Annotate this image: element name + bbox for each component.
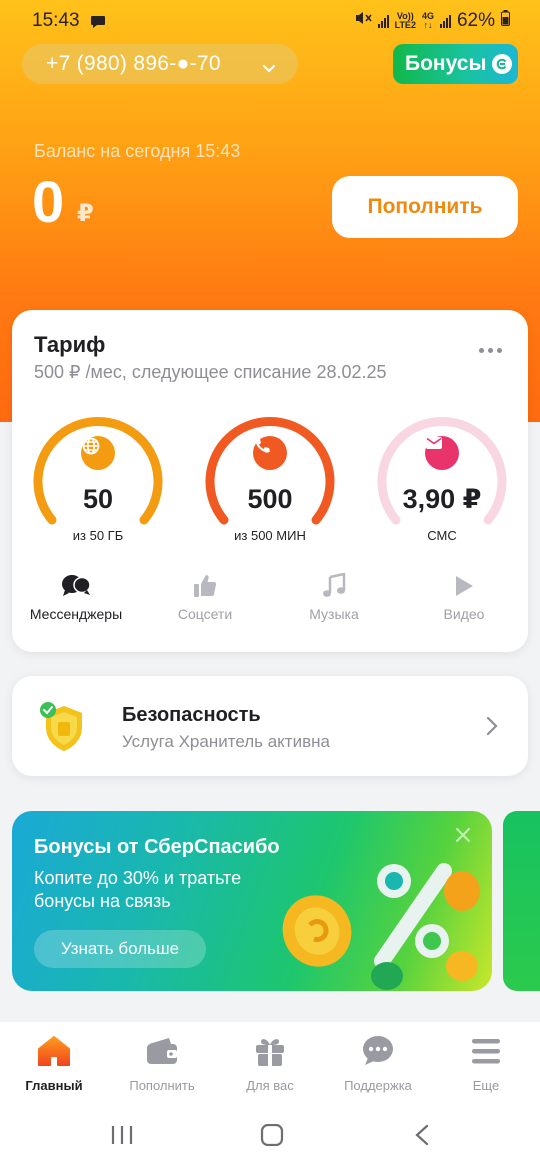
system-nav-bar <box>0 1102 540 1170</box>
phone-number: +7 (980) 896-●-70 <box>46 52 221 75</box>
category-social[interactable]: Соцсети <box>145 572 265 622</box>
minutes-value: 500 <box>247 484 293 514</box>
tariff-card[interactable]: Тариф 500 ₽ /мес, следующее списание 28.… <box>12 310 528 652</box>
balance-label: Баланс на сегодня 15:43 <box>34 141 241 161</box>
home-nav-icon[interactable] <box>260 1123 284 1151</box>
balance-amount: 0 <box>32 170 65 235</box>
balance-currency: ₽ <box>77 200 94 227</box>
battery-percent: 62% <box>456 10 495 31</box>
shield-check-icon <box>36 700 92 761</box>
bonuses-label: Бонусы <box>405 52 487 75</box>
mute-icon <box>354 10 372 32</box>
minutes-gauge[interactable]: 500 из 500 МИН <box>202 410 338 550</box>
close-icon[interactable] <box>455 827 471 848</box>
status-right: Vo)) LTE2 4G ↑↓ 62% <box>354 10 510 32</box>
tab-label: Главный <box>25 1078 83 1093</box>
internet-label: из 50 ГБ <box>72 528 124 543</box>
category-label: Видео <box>443 606 485 622</box>
more-options-icon[interactable] <box>479 348 502 353</box>
wallet-icon <box>108 1034 216 1068</box>
minutes-label: из 500 МИН <box>234 528 306 543</box>
tab-label: Поддержка <box>344 1078 412 1093</box>
topup-button[interactable]: Пополнить <box>332 176 518 238</box>
thumbs-up-icon <box>145 572 265 600</box>
battery-icon <box>501 10 510 32</box>
sms-value: 3,90 ₽ <box>402 484 482 514</box>
category-label: Музыка <box>309 606 359 622</box>
signal-2-icon <box>439 14 451 28</box>
internet-gauge[interactable]: 50 из 50 ГБ <box>30 410 166 550</box>
security-title: Безопасность <box>122 704 261 726</box>
security-subtitle: Услуга Хранитель активна <box>122 732 330 751</box>
message-notification-icon <box>90 13 106 35</box>
back-icon[interactable] <box>414 1124 430 1151</box>
next-promo-banner[interactable] <box>503 811 540 991</box>
category-video[interactable]: Видео <box>404 572 524 622</box>
sms-gauge[interactable]: 3,90 ₽ СМС <box>374 410 510 550</box>
chat-bubbles-icon <box>16 572 136 600</box>
chevron-down-icon <box>262 56 276 80</box>
promo-text: Копите до 30% и тратьте бонусы на связь <box>34 868 242 911</box>
signal-1-icon <box>377 14 389 28</box>
learn-more-button[interactable]: Узнать больше <box>34 930 206 968</box>
chevron-right-icon <box>486 716 498 741</box>
tab-home[interactable]: Главный <box>0 1034 108 1093</box>
promo-title: Бонусы от СберСпасибо <box>34 836 280 858</box>
bottom-tab-bar: Главный Пополнить Для вас Поддержка Еще <box>0 1022 540 1102</box>
tab-support[interactable]: Поддержка <box>324 1034 432 1093</box>
chat-icon <box>324 1034 432 1068</box>
tab-label: Пополнить <box>129 1078 195 1093</box>
category-label: Мессенджеры <box>29 606 123 622</box>
sber-coin-icon <box>492 54 513 74</box>
recent-apps-icon[interactable] <box>110 1124 134 1151</box>
play-icon <box>404 572 524 600</box>
promo-banner[interactable]: Бонусы от СберСпасибо Копите до 30% и тр… <box>12 811 492 991</box>
volte-indicator: Vo)) LTE2 <box>394 11 416 30</box>
phone-number-selector[interactable]: +7 (980) 896-●-70 <box>22 44 298 84</box>
tab-topup[interactable]: Пополнить <box>108 1034 216 1093</box>
network-type-indicator: 4G ↑↓ <box>421 11 434 30</box>
phone-icon <box>253 436 287 470</box>
status-bar: 15:43 Vo)) LTE2 4G ↑↓ 62% <box>0 0 540 44</box>
tariff-subtitle: 500 ₽ /мес, следующее списание 28.02.25 <box>34 362 387 382</box>
envelope-icon <box>425 436 459 470</box>
tab-label: Для вас <box>246 1078 294 1093</box>
menu-icon <box>432 1034 540 1068</box>
category-messengers[interactable]: Мессенджеры <box>16 572 136 622</box>
category-music[interactable]: Музыка <box>274 572 394 622</box>
globe-icon <box>81 436 115 470</box>
tariff-title: Тариф <box>34 332 106 357</box>
music-note-icon <box>274 572 394 600</box>
category-label: Соцсети <box>177 606 233 622</box>
promo-illustration <box>262 851 482 991</box>
internet-value: 50 <box>82 484 114 514</box>
sms-label: СМС <box>427 528 457 543</box>
tab-label: Еще <box>472 1078 500 1093</box>
tab-more[interactable]: Еще <box>432 1034 540 1093</box>
bonuses-button[interactable]: Бонусы <box>393 44 518 84</box>
gift-icon <box>216 1034 324 1068</box>
tab-for-you[interactable]: Для вас <box>216 1034 324 1093</box>
home-icon <box>0 1034 108 1068</box>
status-time: 15:43 <box>32 10 80 31</box>
security-card[interactable]: Безопасность Услуга Хранитель активна <box>12 676 528 776</box>
